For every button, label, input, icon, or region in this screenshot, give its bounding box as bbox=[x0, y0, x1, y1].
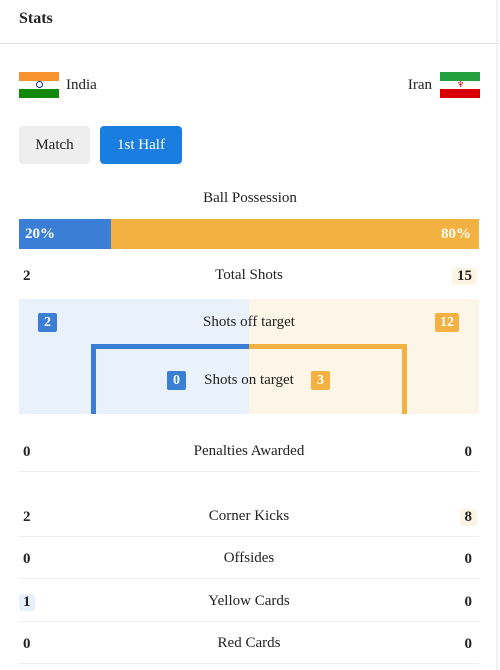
offsides-label: Offsides bbox=[223, 550, 275, 566]
stat-row-offsides: 0 Offsides 0 bbox=[19, 545, 479, 579]
shots-off-target-label: Shots off target bbox=[203, 314, 295, 330]
total-shots-label: Total Shots bbox=[215, 267, 283, 283]
shots-on-target-label: Shots on target bbox=[204, 372, 294, 388]
tab-match[interactable]: Match bbox=[19, 126, 90, 164]
stat-row-total-shots: 2 Total Shots 15 bbox=[19, 262, 479, 292]
corner-kicks-away: 8 bbox=[459, 509, 477, 526]
possession-away-value: 80% bbox=[441, 225, 471, 242]
away-team-name: Iran bbox=[407, 76, 432, 93]
total-shots-away: 15 bbox=[452, 268, 477, 285]
stat-row-penalties: 0 Penalties Awarded 0 bbox=[19, 438, 479, 472]
tab-1st-half[interactable]: 1st Half bbox=[100, 126, 182, 164]
red-cards-away: 0 bbox=[464, 636, 473, 652]
stats-header: Stats bbox=[0, 0, 500, 44]
shots-on-target-away: 3 bbox=[311, 371, 330, 390]
penalties-away: 0 bbox=[464, 444, 473, 460]
stat-row-yellow-cards: 1 Yellow Cards 0 bbox=[19, 588, 479, 622]
offsides-away: 0 bbox=[464, 551, 473, 567]
yellow-cards-label: Yellow Cards bbox=[208, 593, 290, 609]
away-team: Iran ♆ bbox=[408, 72, 480, 98]
penalties-label: Penalties Awarded bbox=[193, 443, 305, 459]
possession-home-segment: 20% bbox=[19, 219, 111, 249]
possession-bar: 20% 80% bbox=[19, 219, 479, 249]
shots-off-target-away: 12 bbox=[435, 313, 459, 332]
possession-label: Ball Possession bbox=[203, 190, 297, 206]
home-team-name: India bbox=[66, 76, 97, 93]
possession-home-value: 20% bbox=[25, 225, 55, 242]
page-title: Stats bbox=[19, 10, 53, 27]
period-tabs: Match 1st Half bbox=[19, 126, 182, 164]
corner-kicks-label: Corner Kicks bbox=[208, 508, 290, 524]
red-cards-label: Red Cards bbox=[217, 635, 281, 651]
possession-away-segment: 80% bbox=[111, 219, 479, 249]
stat-row-red-cards: 0 Red Cards 0 bbox=[19, 630, 479, 664]
home-team: India bbox=[19, 72, 97, 98]
india-flag-icon bbox=[19, 72, 59, 98]
panel-divider bbox=[496, 0, 498, 670]
yellow-cards-away: 0 bbox=[464, 594, 473, 610]
shots-goal-graphic: 2 Shots off target 12 0 Shots on target … bbox=[19, 299, 479, 414]
stat-row-corner-kicks: 2 Corner Kicks 8 bbox=[19, 503, 479, 537]
iran-flag-icon: ♆ bbox=[440, 72, 480, 98]
